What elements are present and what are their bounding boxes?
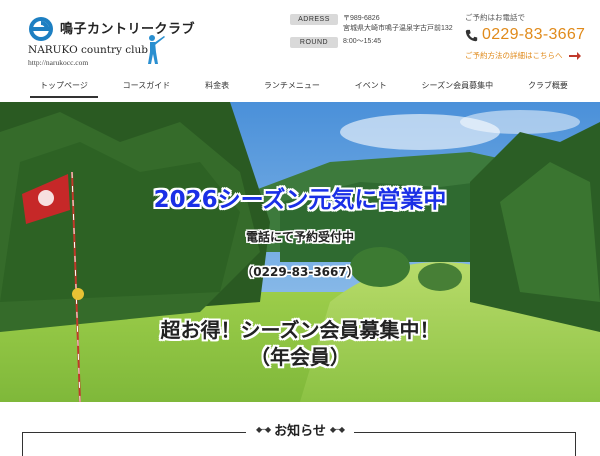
site-logo[interactable]: 鳴子カントリークラブ NARUKO country club http://na… <box>24 14 195 67</box>
address-tag: ADRESS <box>290 14 338 25</box>
contact-block: ご予約はお電話で 0229-83-3667 ご予約方法の詳細はこちらへ <box>465 12 595 61</box>
nav-item-top[interactable]: トップページ <box>30 74 98 98</box>
club-emblem-icon <box>29 17 53 41</box>
site-header: 鳴子カントリークラブ NARUKO country club http://na… <box>0 0 600 74</box>
address-text: 〒989-6826 宮城県大崎市鳴子温泉字古戸前132 <box>343 14 453 34</box>
news-title-wrap: ◆─◆ お知らせ ◆─◆ <box>0 420 600 439</box>
news-section: ◆─◆ お知らせ ◆─◆ <box>0 402 600 456</box>
address-row: ADRESS 〒989-6826 宮城県大崎市鳴子温泉字古戸前132 <box>290 14 453 34</box>
logo-english-name: NARUKO country club <box>28 44 148 56</box>
nav-item-lunch-menu[interactable]: ランチメニュー <box>254 74 330 98</box>
hero-annual-member-text: （年会員） <box>250 345 350 369</box>
ornament-right-icon: ◆─◆ <box>329 425 345 434</box>
nav-item-club-overview[interactable]: クラブ概要 <box>518 74 578 98</box>
round-hours: 8:00～15:45 <box>343 38 382 45</box>
address-zip: 〒989-6826 <box>343 15 380 22</box>
round-tag: ROUND <box>290 37 338 48</box>
round-row: ROUND 8:00～15:45 <box>290 37 381 48</box>
nav-item-event[interactable]: イベント <box>345 74 397 98</box>
arrow-right-icon <box>568 51 581 60</box>
nav-item-price[interactable]: 料金表 <box>195 74 239 98</box>
hero-phone-text: （0229-83-3667） <box>241 265 359 279</box>
hero-member-text: 超お得！シーズン会員募集中！ <box>160 318 440 342</box>
phone-number: 0229-83-3667 <box>482 26 586 43</box>
nav-item-season-member[interactable]: シーズン会員募集中 <box>412 74 504 98</box>
hero-banner: 2026シーズン元気に営業中 電話にて予約受付中 （0229-83-3667） … <box>0 102 600 402</box>
golfer-icon <box>148 35 165 64</box>
phone-link[interactable]: 0229-83-3667 <box>465 26 595 44</box>
logo-japanese-name: 鳴子カントリークラブ <box>60 22 196 37</box>
logo-url: http://narukocc.com <box>28 58 89 67</box>
address-line: 宮城県大崎市鳴子温泉字古戸前132 <box>343 25 453 32</box>
main-nav: トップページ コースガイド 料金表 ランチメニュー イベント シーズン会員募集中… <box>0 74 600 102</box>
nav-item-course-guide[interactable]: コースガイド <box>113 74 181 98</box>
phone-icon <box>465 29 478 41</box>
contact-label: ご予約はお電話で <box>465 13 525 22</box>
news-title: ◆─◆ お知らせ ◆─◆ <box>246 420 354 439</box>
reservation-link-label: ご予約方法の詳細はこちらへ <box>465 51 563 60</box>
hero-title: 2026シーズン元気に営業中 <box>153 187 447 213</box>
hero-reservation-text: 電話にて予約受付中 <box>245 230 354 244</box>
news-title-label: お知らせ <box>274 424 326 439</box>
reservation-details-link[interactable]: ご予約方法の詳細はこちらへ <box>465 50 595 61</box>
ornament-left-icon: ◆─◆ <box>256 425 271 434</box>
